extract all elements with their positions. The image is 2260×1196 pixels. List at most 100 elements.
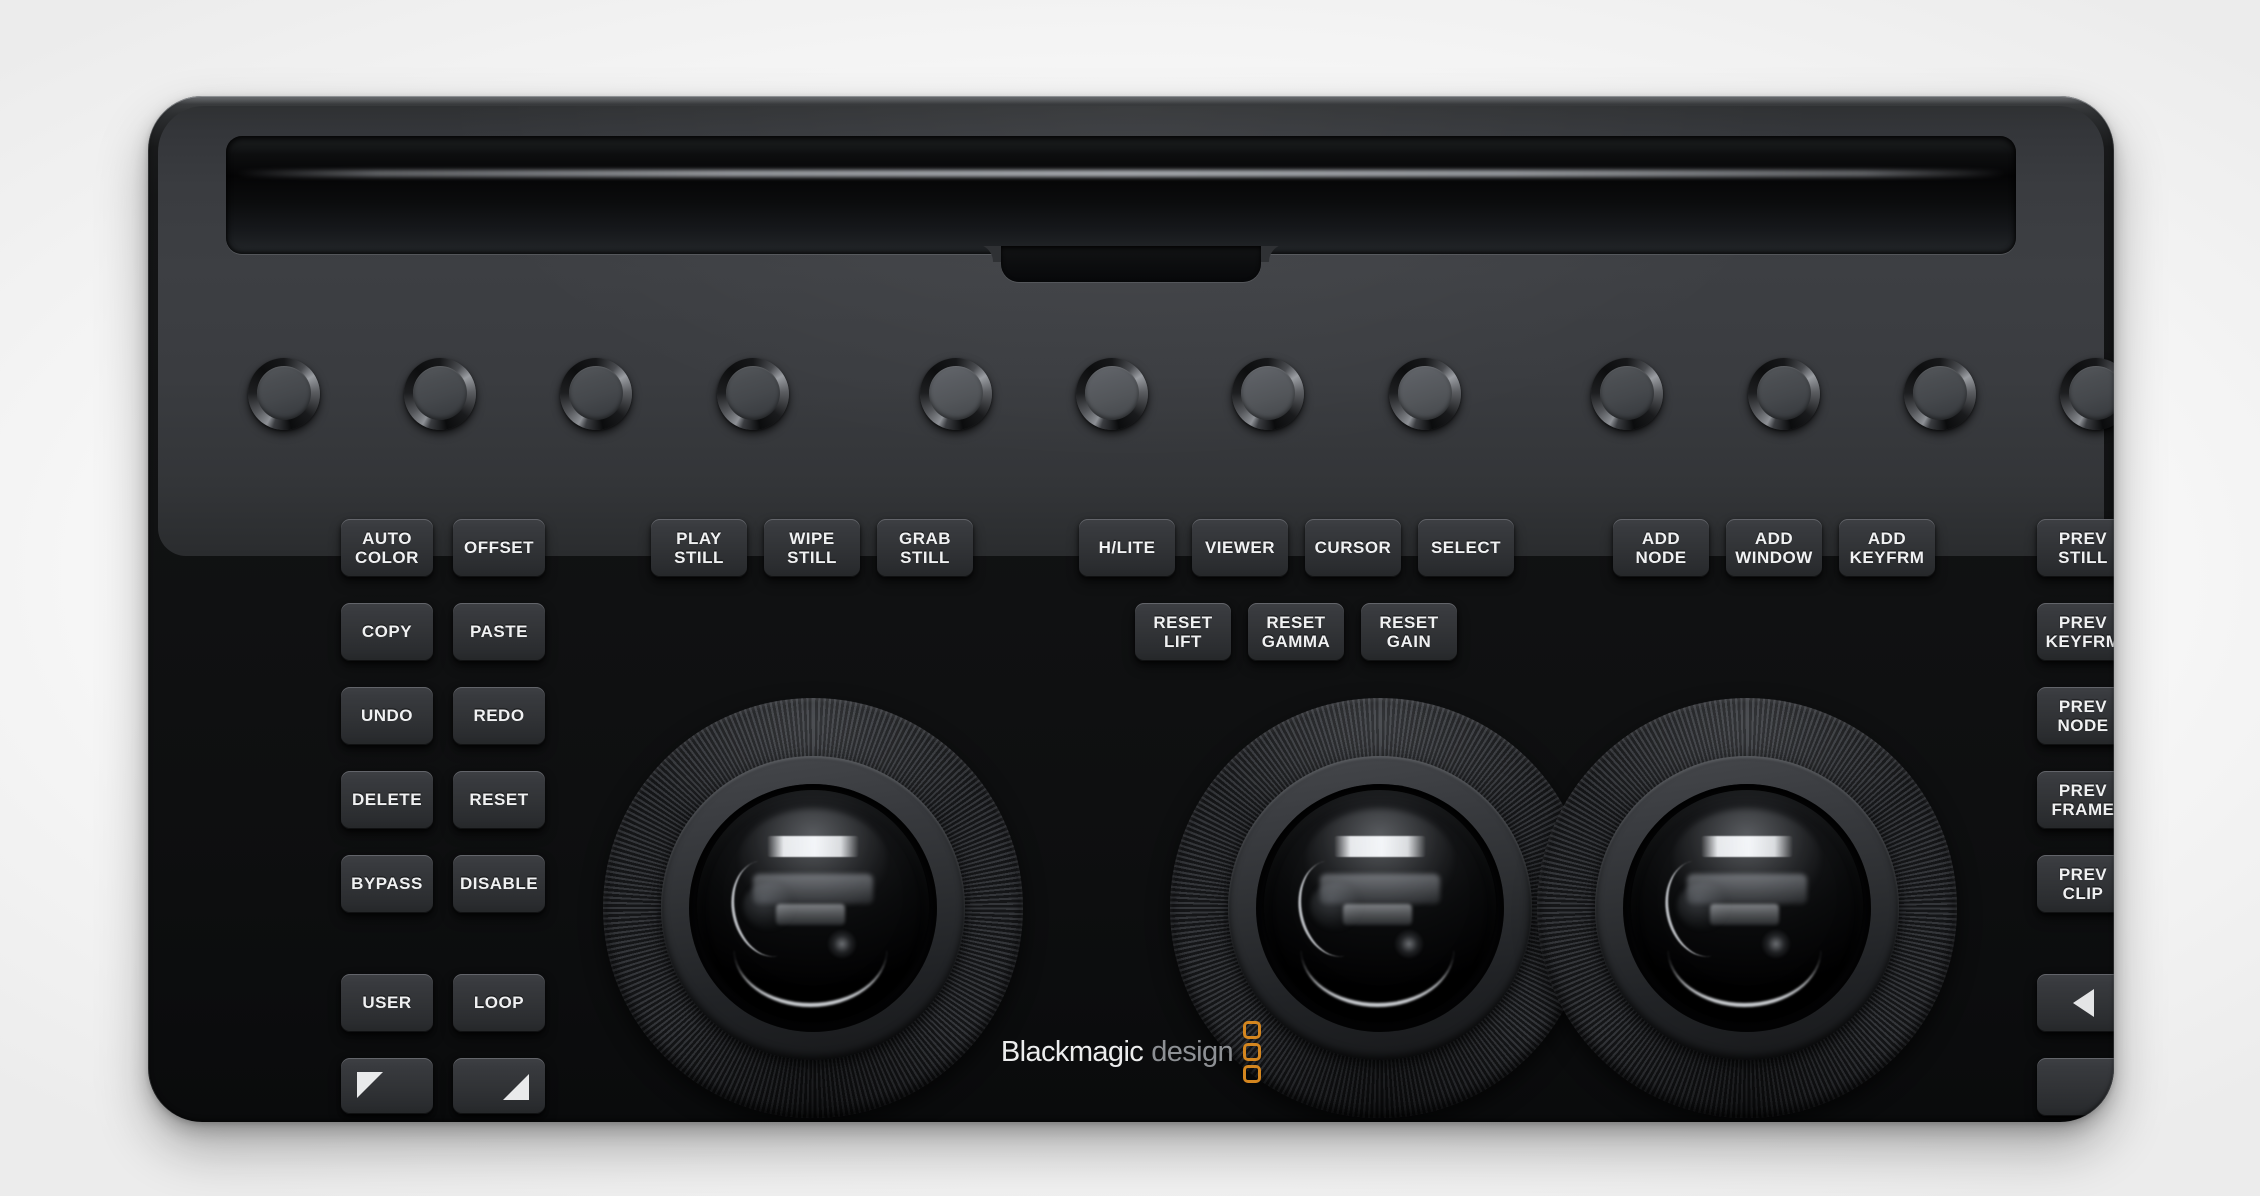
button-h-lite[interactable]: H/LITE: [1079, 519, 1175, 577]
button-label: OFFSET: [464, 538, 534, 557]
button-label: REDO: [473, 706, 524, 725]
button-label: UNDO: [361, 706, 413, 725]
knob-y-gamma[interactable]: [380, 358, 500, 446]
button-label: VIEWER: [1205, 538, 1275, 557]
logo-design-text: design: [1151, 1035, 1234, 1068]
button-disable[interactable]: DISABLE: [453, 855, 545, 913]
button-label-line: VIEWER: [1204, 538, 1276, 558]
button-label-line: PREV: [2058, 864, 2108, 884]
button-label: COPY: [362, 622, 412, 641]
button-paste[interactable]: PASTE: [453, 603, 545, 661]
button-label: DISABLE: [460, 874, 538, 893]
button-label-line: WIPE: [789, 528, 835, 548]
button-label-line: GRAB: [898, 528, 952, 548]
button-label-line: PLAY: [676, 528, 722, 548]
trackball-specular-bar: [1700, 836, 1794, 858]
knob-dial[interactable]: [404, 358, 476, 430]
trackball-specular-bar: [766, 836, 860, 858]
knob-lum-mix[interactable]: [2036, 358, 2114, 446]
button-label: GRAB STILL: [899, 529, 951, 568]
logo-marks: [1243, 1021, 1262, 1083]
knob-saturation[interactable]: [1724, 358, 1844, 446]
knob-shadows[interactable]: [1365, 358, 1485, 446]
button-label: AUTO COLOR: [355, 529, 419, 568]
button-grab-still[interactable]: GRAB STILL: [877, 519, 973, 577]
button-bypass[interactable]: BYPASS: [341, 855, 433, 913]
knob-y-lift[interactable]: [224, 358, 344, 446]
knob-highlights[interactable]: [1567, 358, 1687, 446]
knob-dial[interactable]: [1389, 358, 1461, 430]
knob-dial[interactable]: [1076, 358, 1148, 430]
button-copy[interactable]: COPY: [341, 603, 433, 661]
knob-mid-detail[interactable]: [1052, 358, 1172, 446]
knob-dial[interactable]: [1232, 358, 1304, 430]
knob-dial[interactable]: [717, 358, 789, 430]
knob-y-gain[interactable]: [536, 358, 656, 446]
button-auto-color[interactable]: AUTO COLOR: [341, 519, 433, 577]
button-prev-keyfrm[interactable]: PREV KEYFRM: [2037, 603, 2114, 661]
button-label: RESET LIFT: [1153, 613, 1212, 652]
button-play-still[interactable]: PLAY STILL: [651, 519, 747, 577]
button-label-line: PASTE: [470, 622, 528, 642]
button-add-keyfrm[interactable]: ADD KEYFRM: [1839, 519, 1935, 577]
button-add-node[interactable]: ADD NODE: [1613, 519, 1709, 577]
button-label: PREV KEYFRM: [2046, 613, 2114, 652]
knob-pivot[interactable]: [896, 358, 1016, 446]
button-label-line: ADD: [1754, 528, 1794, 548]
button-delete[interactable]: DELETE: [341, 771, 433, 829]
button-viewer[interactable]: VIEWER: [1192, 519, 1288, 577]
trackball-ball[interactable]: [697, 790, 929, 1022]
button-offset[interactable]: OFFSET: [453, 519, 545, 577]
knob-dial[interactable]: [1591, 358, 1663, 430]
button-label: ADD KEYFRM: [1850, 529, 1925, 568]
button-reset-gain[interactable]: RESET GAIN: [1361, 603, 1457, 661]
knob-dial[interactable]: [560, 358, 632, 430]
button-prev-frame[interactable]: PREV FRAME: [2037, 771, 2114, 829]
button-label: CURSOR: [1315, 538, 1392, 557]
button-label: PASTE: [470, 622, 528, 641]
knob-color-boost[interactable]: [1208, 358, 1328, 446]
button-prev-node[interactable]: PREV NODE: [2037, 687, 2114, 745]
button-label: ADD WINDOW: [1735, 529, 1813, 568]
knob-dial[interactable]: [2060, 358, 2114, 430]
button-reset-gamma[interactable]: RESET GAMMA: [1248, 603, 1344, 661]
button-label-line: SELECT: [1430, 538, 1502, 558]
trackball-ball[interactable]: [1631, 790, 1863, 1022]
button-label: RESET GAMMA: [1262, 613, 1331, 652]
trackball-ball[interactable]: [1264, 790, 1496, 1022]
button-label-line: GAMMA: [1261, 632, 1331, 651]
button-label-line: RESET: [1379, 612, 1439, 632]
knob-contrast[interactable]: [693, 358, 813, 446]
button-label-line: GAIN: [1386, 632, 1432, 651]
button-label-line: STILL: [674, 548, 724, 567]
button-select[interactable]: SELECT: [1418, 519, 1514, 577]
button-label: RESET: [469, 790, 528, 809]
handle-gloss-highlight: [236, 170, 2006, 177]
button-prev-clip[interactable]: PREV CLIP: [2037, 855, 2114, 913]
button-wipe-still[interactable]: WIPE STILL: [764, 519, 860, 577]
button-label-line: LOOP: [473, 993, 525, 1013]
button-label-line: ADD: [1641, 528, 1681, 548]
knob-dial[interactable]: [248, 358, 320, 430]
button-label: BYPASS: [351, 874, 423, 893]
knob-dial[interactable]: [1748, 358, 1820, 430]
button-redo[interactable]: REDO: [453, 687, 545, 745]
logo-mark-3: [1243, 1065, 1262, 1083]
button-label: PREV NODE: [2057, 697, 2108, 736]
button-prev-still[interactable]: PREV STILL: [2037, 519, 2114, 577]
button-reset[interactable]: RESET: [453, 771, 545, 829]
knob-hue[interactable]: [1880, 358, 2000, 446]
button-add-window[interactable]: ADD WINDOW: [1726, 519, 1822, 577]
button-label-line: NODE: [1635, 548, 1687, 567]
button-cursor[interactable]: CURSOR: [1305, 519, 1401, 577]
knob-dial[interactable]: [920, 358, 992, 430]
button-label-line: PREV: [2058, 696, 2108, 716]
button-label-line: RESET: [469, 790, 529, 810]
knob-dial[interactable]: [1904, 358, 1976, 430]
button-reset-lift[interactable]: RESET LIFT: [1135, 603, 1231, 661]
button-label-line: UNDO: [360, 706, 414, 726]
button-label-line: FRAME: [2051, 800, 2114, 819]
button-label-line: RESET: [1153, 612, 1213, 632]
button-undo[interactable]: UNDO: [341, 687, 433, 745]
trackball-specular-bar: [1333, 836, 1427, 858]
